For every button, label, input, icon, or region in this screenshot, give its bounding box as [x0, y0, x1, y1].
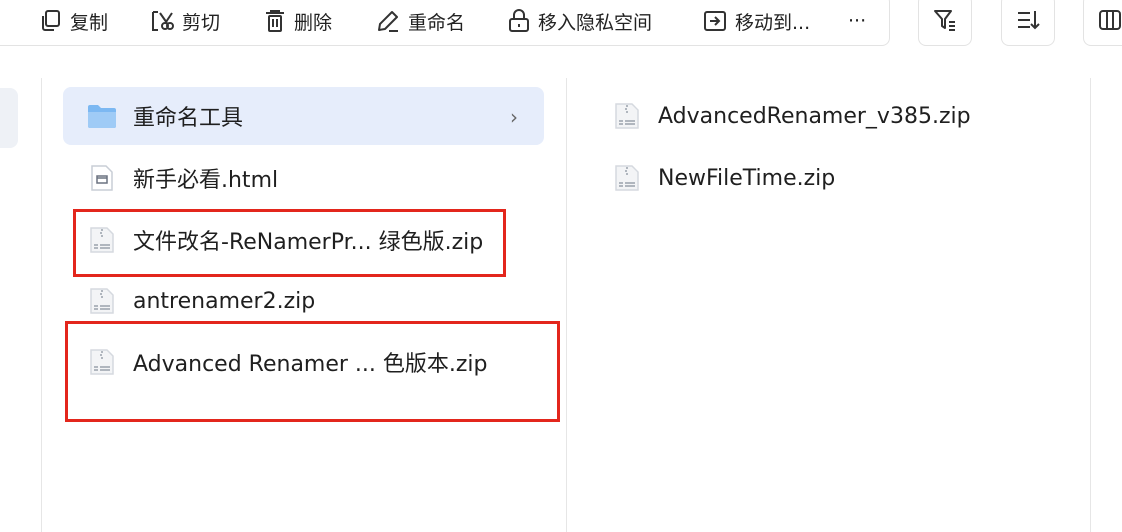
left-pane-selected-stub[interactable]: [0, 88, 18, 148]
list-item-label: antrenamer2.zip: [133, 288, 316, 314]
list-item-label: AdvancedRenamer_v385.zip: [658, 103, 971, 129]
list-item-file[interactable]: 文件改名-ReNamerPr... 绿色版.zip: [63, 211, 544, 269]
list-item-label: 重命名工具: [133, 106, 244, 131]
sort-button[interactable]: [1001, 0, 1055, 46]
right-pane-divider[interactable]: [1090, 78, 1091, 532]
left-pane-divider[interactable]: [41, 78, 42, 532]
list-item-file[interactable]: antrenamer2.zip: [63, 272, 544, 330]
rename-button[interactable]: 重命名: [376, 8, 465, 34]
list-item-label: 文件改名-ReNamerPr... 绿色版.zip: [133, 230, 484, 255]
list-item-file[interactable]: 新手必看.html: [63, 149, 544, 207]
delete-label: 删除: [294, 11, 333, 34]
toolbar: ≡ 复制 剪切 删除 重命名 移入隐私空间 移动到... ···: [0, 0, 1122, 46]
more-button[interactable]: ···: [848, 8, 866, 34]
list-item-file[interactable]: NewFileTime.zip: [590, 149, 1070, 207]
cut-label: 剪切: [182, 11, 221, 34]
delete-button[interactable]: 删除: [264, 8, 332, 34]
move-to-private-button[interactable]: 移入隐私空间: [508, 8, 652, 34]
list-item-label: Advanced Renamer ... 色版本.zip: [133, 352, 488, 377]
zip-file-icon: [612, 101, 642, 131]
list-item-label: NewFileTime.zip: [658, 165, 836, 191]
lock-icon: [509, 9, 529, 32]
folder-icon: [87, 101, 117, 131]
copy-icon: [42, 10, 60, 31]
zip-file-icon: [612, 163, 642, 193]
middle-pane-divider[interactable]: [566, 78, 567, 532]
chevron-right-icon: ›: [510, 105, 518, 129]
zip-file-icon: [87, 347, 117, 377]
move-to-private-label: 移入隐私空间: [538, 11, 653, 34]
trash-icon: [266, 10, 284, 32]
filter-button[interactable]: [918, 0, 972, 46]
more-icon: ···: [848, 10, 867, 32]
filter-icon: [934, 10, 955, 31]
columns-icon: [1099, 10, 1121, 30]
list-item-file[interactable]: Advanced Renamer ... 色版本.zip: [63, 333, 544, 391]
move-to-button[interactable]: 移动到...: [703, 8, 810, 34]
zip-file-icon: [87, 286, 117, 316]
zip-file-icon: [87, 225, 117, 255]
html-file-icon: [87, 163, 117, 193]
cut-button[interactable]: 剪切: [150, 8, 220, 34]
sort-icon: [1018, 11, 1040, 30]
move-icon: [704, 11, 726, 31]
list-item-label: 新手必看.html: [133, 168, 279, 193]
copy-button[interactable]: 复制: [40, 8, 108, 34]
copy-label: 复制: [70, 11, 109, 34]
rename-label: 重命名: [408, 11, 466, 34]
list-item-file[interactable]: AdvancedRenamer_v385.zip: [590, 87, 1070, 145]
scissors-icon: [152, 11, 174, 31]
pen-icon: [378, 11, 398, 32]
list-item-folder[interactable]: 重命名工具 ›: [63, 87, 544, 145]
column-view-button[interactable]: [1083, 0, 1122, 46]
move-to-label: 移动到...: [735, 11, 811, 34]
